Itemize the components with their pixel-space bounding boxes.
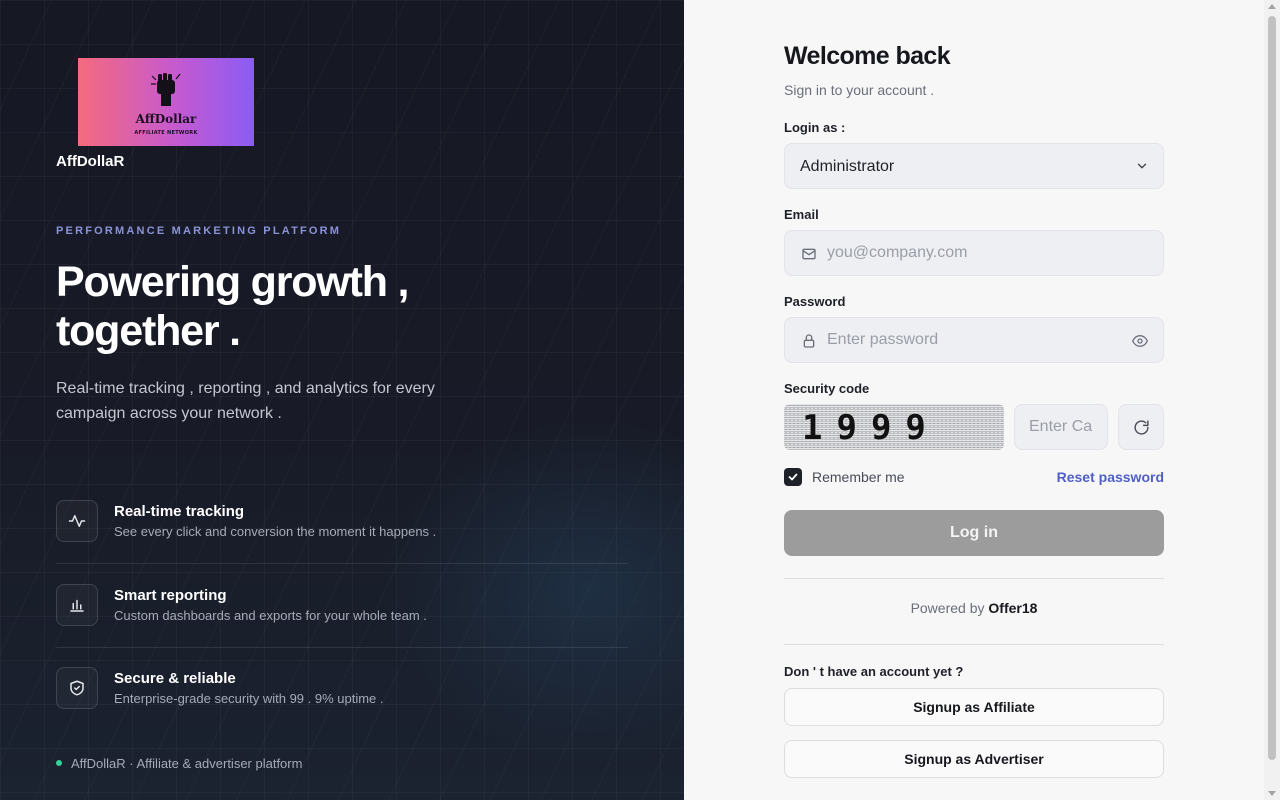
raised-fist-icon (151, 73, 181, 106)
email-input[interactable] (827, 231, 1117, 275)
feature-title: Real-time tracking (114, 503, 245, 520)
bar-chart-icon (56, 584, 98, 626)
footer-note-text: AffDollaR · Affiliate & advertiser platf… (71, 756, 303, 771)
reset-password-link[interactable]: Reset password (1057, 469, 1164, 485)
captcha-code: 1999 (802, 408, 940, 448)
feature-title: Smart reporting (114, 587, 227, 604)
divider (784, 644, 1164, 645)
powered-by-brand: Offer18 (988, 600, 1038, 616)
logo: AffDollar AFFILIATE NETWORK (78, 58, 254, 146)
feature-item: Smart reporting Custom dashboards and ex… (56, 584, 628, 667)
hero-headline: Powering growth , together . (56, 258, 536, 356)
signup-affiliate-button[interactable]: Signup as Affiliate (784, 688, 1164, 726)
scroll-up-icon[interactable] (1268, 4, 1276, 9)
signup-advertiser-button[interactable]: Signup as Advertiser (784, 740, 1164, 778)
captcha-image: 1999 (784, 404, 1004, 450)
login-as-select[interactable]: Administrator (784, 143, 1164, 189)
headline-line-1: Powering growth , (56, 258, 409, 306)
remember-checkbox[interactable] (784, 468, 802, 486)
feature-title: Secure & reliable (114, 670, 236, 687)
chevron-down-icon (1137, 163, 1147, 169)
scrollbar-thumb[interactable] (1268, 16, 1276, 760)
scrollbar[interactable] (1264, 0, 1280, 800)
remember-label: Remember me (812, 469, 905, 485)
activity-icon (56, 500, 98, 542)
logo-name: AffDollar (135, 112, 197, 126)
brand-name: AffDollaR (56, 153, 125, 170)
refresh-icon (1133, 419, 1149, 435)
feature-description: Enterprise-grade security with 99 . 9% u… (114, 691, 384, 706)
logo-tagline: AFFILIATE NETWORK (134, 130, 198, 136)
divider (56, 647, 628, 648)
password-input[interactable] (827, 318, 1117, 362)
email-label: Email (784, 207, 819, 222)
shield-check-icon (56, 667, 98, 709)
footer-note: AffDollaR · Affiliate & advertiser platf… (56, 756, 302, 771)
captcha-input[interactable] (1029, 405, 1093, 449)
login-as-label: Login as : (784, 120, 846, 135)
no-account-text: Don ' t have an account yet ? (784, 664, 964, 679)
feature-description: Custom dashboards and exports for your w… (114, 608, 427, 623)
feature-description: See every click and conversion the momen… (114, 524, 437, 539)
powered-by: Powered by Offer18 (784, 600, 1164, 616)
password-field-container (784, 317, 1164, 363)
password-label: Password (784, 294, 846, 309)
feature-list: Real-time tracking See every click and c… (56, 500, 628, 751)
security-code-label: Security code (784, 381, 870, 396)
divider (784, 578, 1164, 579)
captcha-field-container (1014, 404, 1108, 450)
eyebrow-text: PERFORMANCE MARKETING PLATFORM (56, 225, 342, 237)
powered-by-prefix: Powered by (910, 600, 985, 616)
feature-item: Real-time tracking See every click and c… (56, 500, 628, 584)
login-panel: Welcome back Sign in to your account . L… (684, 0, 1280, 800)
lock-icon (803, 334, 815, 348)
scroll-down-icon[interactable] (1268, 791, 1276, 796)
login-as-value: Administrator (800, 158, 895, 175)
status-dot-icon (56, 759, 62, 766)
login-button[interactable]: Log in (784, 510, 1164, 556)
check-icon (788, 473, 798, 481)
headline-line-2: together . (56, 307, 241, 355)
email-field-container (784, 230, 1164, 276)
page-title: Welcome back (784, 42, 951, 70)
mail-icon (802, 248, 816, 260)
refresh-captcha-button[interactable] (1118, 404, 1164, 450)
eye-icon[interactable] (1131, 333, 1149, 349)
hero-subhead: Real-time tracking , reporting , and ana… (56, 380, 435, 422)
feature-item: Secure & reliable Enterprise-grade secur… (56, 667, 628, 751)
divider (56, 563, 628, 564)
brand-panel: AffDollar AFFILIATE NETWORK AffDollaR PE… (0, 0, 684, 800)
page-subtitle: Sign in to your account . (784, 82, 935, 98)
